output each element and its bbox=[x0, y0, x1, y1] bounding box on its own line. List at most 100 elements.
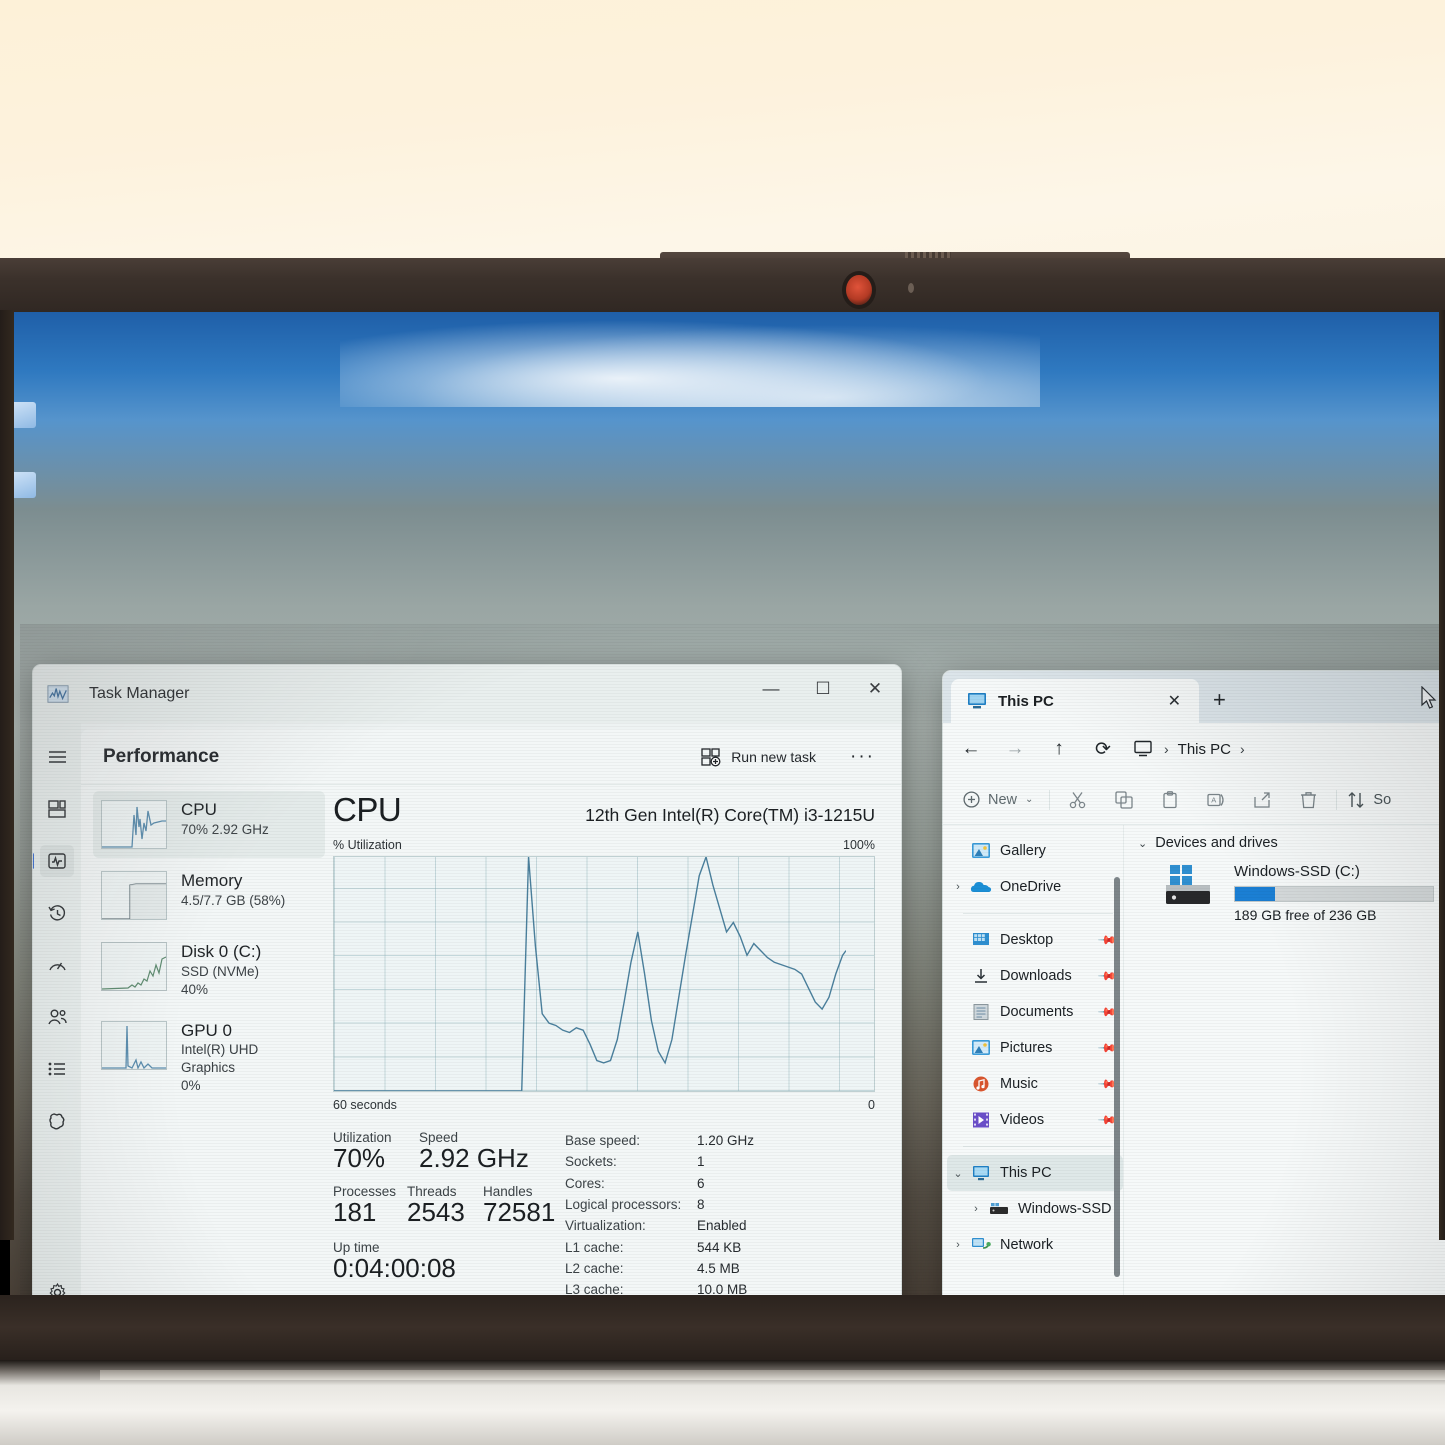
spec-key: Virtualization: bbox=[565, 1218, 646, 1234]
gauge-icon[interactable] bbox=[40, 949, 74, 981]
resource-item-memory[interactable]: Memory 4.5/7.7 GB (58%) bbox=[93, 862, 325, 929]
file-explorer-window[interactable]: This PC ✕ + ← → ↑ ⟳ › This PC › New ⌄ A … bbox=[942, 670, 1445, 1297]
share-icon[interactable] bbox=[1240, 784, 1284, 816]
nav-item-this-pc[interactable]: ⌄ This PC bbox=[947, 1155, 1123, 1191]
delete-icon[interactable] bbox=[1286, 784, 1330, 816]
new-button[interactable]: New ⌄ bbox=[953, 785, 1043, 814]
chart-bottom-labels: 60 seconds 0 bbox=[333, 1098, 875, 1112]
drive-item-windows-ssd[interactable]: Windows-SSD (C:) 189 GB free of 236 GB bbox=[1138, 863, 1445, 923]
spec-key: Base speed: bbox=[565, 1133, 641, 1148]
maximize-button[interactable]: ☐ bbox=[797, 665, 849, 713]
gear-icon[interactable] bbox=[40, 1276, 74, 1297]
laptop-photo: ic E Red Bull illume IMAGE QUEST 2021 MA… bbox=[0, 0, 1445, 1445]
nav-label: Downloads bbox=[1000, 968, 1072, 984]
minimize-button[interactable]: — bbox=[745, 665, 797, 713]
cpu-specs: Base speed: 1.20 GHz Sockets: 1 Cores: 6… bbox=[565, 1130, 875, 1297]
toolbar-separator bbox=[1049, 789, 1051, 810]
laptop-right-bezel bbox=[1439, 310, 1445, 1240]
task-manager-window[interactable]: Task Manager — ☐ ✕ Performance Run new t… bbox=[32, 664, 902, 1297]
spec-cores: Cores: 6 bbox=[565, 1173, 875, 1194]
cpu-stat-row-1: Utilization 70% Speed 2.92 GHz bbox=[333, 1130, 565, 1174]
new-tab-button[interactable]: + bbox=[1199, 687, 1240, 713]
nav-item-windows-ssd[interactable]: › Windows-SSD bbox=[947, 1191, 1123, 1227]
nav-item-desktop[interactable]: Desktop 📌 bbox=[947, 922, 1123, 958]
file-explorer-tabbar: This PC ✕ + bbox=[943, 671, 1445, 723]
chevron-right-icon[interactable]: › bbox=[965, 1203, 987, 1215]
resource-item-gpu[interactable]: GPU 0 Intel(R) UHD Graphics 0% bbox=[93, 1012, 325, 1104]
spec-l1-cache: L1 cache: 544 KB bbox=[565, 1237, 875, 1258]
spec-value: 1 bbox=[697, 1154, 705, 1170]
sort-icon bbox=[1348, 791, 1364, 808]
cpu-thumbnail bbox=[101, 800, 167, 849]
breadcrumb-separator[interactable]: › bbox=[1240, 741, 1245, 757]
nav-item-videos[interactable]: Videos 📌 bbox=[947, 1102, 1123, 1138]
rename-icon[interactable]: A bbox=[1194, 784, 1238, 816]
users-icon[interactable] bbox=[40, 1001, 74, 1033]
hamburger-icon[interactable] bbox=[40, 741, 74, 773]
chevron-right-icon[interactable]: › bbox=[947, 1239, 969, 1251]
breadcrumb[interactable]: › This PC › bbox=[1133, 740, 1245, 758]
nav-item-music[interactable]: Music 📌 bbox=[947, 1066, 1123, 1102]
devices-and-drives-group-header[interactable]: ⌄ Devices and drives bbox=[1138, 835, 1445, 851]
nav-item-network[interactable]: › Network bbox=[947, 1227, 1123, 1263]
cut-icon[interactable] bbox=[1056, 784, 1100, 816]
navigation-scrollbar[interactable] bbox=[1114, 877, 1120, 1277]
resource-item-disk[interactable]: Disk 0 (C:) SSD (NVMe) 40% bbox=[93, 933, 325, 1008]
cpu-stat-row-2: Processes 181 Threads 2543 Handles 72581 bbox=[333, 1184, 565, 1228]
uptime-value: 0:04:00:08 bbox=[333, 1252, 456, 1283]
copy-icon[interactable] bbox=[1102, 784, 1146, 816]
close-icon[interactable]: ✕ bbox=[1164, 691, 1185, 711]
laptop-screen: ic E Red Bull illume IMAGE QUEST 2021 MA… bbox=[10, 312, 1445, 1297]
up-button[interactable]: ↑ bbox=[1039, 732, 1079, 766]
stat-value: 2543 bbox=[407, 1196, 465, 1227]
nav-label: OneDrive bbox=[1000, 879, 1062, 895]
chevron-down-icon[interactable]: ⌄ bbox=[947, 1167, 969, 1180]
stat-handles: Handles 72581 bbox=[483, 1184, 555, 1228]
more-options-button[interactable]: ··· bbox=[842, 746, 883, 768]
stat-value: 181 bbox=[333, 1196, 377, 1227]
breadcrumb-item-this-pc[interactable]: This PC bbox=[1178, 741, 1231, 758]
this-pc-icon[interactable] bbox=[1133, 740, 1155, 758]
drive-info: Windows-SSD (C:) 189 GB free of 236 GB bbox=[1234, 863, 1434, 923]
chevron-right-icon[interactable]: › bbox=[947, 881, 969, 893]
chevron-down-icon[interactable]: ⌄ bbox=[1138, 837, 1147, 850]
spec-base-speed: Base speed: 1.20 GHz bbox=[565, 1130, 875, 1151]
gallery-icon bbox=[972, 843, 990, 858]
back-button[interactable]: ← bbox=[951, 732, 991, 766]
webcam-icon bbox=[846, 275, 872, 305]
task-manager-titlebar: Task Manager — ☐ ✕ bbox=[33, 665, 901, 723]
resource-name: Memory bbox=[181, 871, 243, 890]
run-new-task-button[interactable]: Run new task bbox=[691, 741, 826, 773]
spec-value: 4.5 MB bbox=[697, 1260, 740, 1276]
details-icon[interactable] bbox=[40, 1053, 74, 1085]
drive-icon bbox=[990, 1203, 1008, 1214]
services-icon[interactable] bbox=[40, 1105, 74, 1137]
spec-key: Cores: bbox=[565, 1175, 605, 1191]
breadcrumb-separator: › bbox=[1164, 741, 1169, 757]
file-list-pane[interactable]: ⌄ Devices and drives Windows-SSD (C:) 18… bbox=[1123, 825, 1445, 1297]
task-manager-body: Performance Run new task ··· CPU 70% 2.9… bbox=[33, 723, 901, 1297]
forward-button[interactable]: → bbox=[995, 732, 1035, 766]
refresh-button[interactable]: ⟳ bbox=[1083, 732, 1123, 766]
resource-item-cpu[interactable]: CPU 70% 2.92 GHz bbox=[93, 791, 325, 858]
nav-item-documents[interactable]: Documents 📌 bbox=[947, 994, 1123, 1030]
nav-label: Music bbox=[1000, 1076, 1038, 1092]
nav-label: Windows-SSD bbox=[1018, 1201, 1112, 1217]
nav-item-downloads[interactable]: Downloads 📌 bbox=[947, 958, 1123, 994]
performance-icon[interactable] bbox=[33, 845, 74, 877]
close-button[interactable]: ✕ bbox=[849, 665, 901, 713]
spec-value: 1.20 GHz bbox=[697, 1133, 755, 1148]
sort-button[interactable]: So bbox=[1343, 791, 1391, 809]
onedrive-icon bbox=[970, 881, 992, 892]
nav-item-gallery[interactable]: Gallery bbox=[947, 833, 1123, 869]
nav-item-onedrive[interactable]: › OneDrive bbox=[947, 869, 1123, 905]
desktop-icon bbox=[973, 933, 989, 945]
paste-icon[interactable] bbox=[1148, 784, 1192, 816]
processes-icon[interactable] bbox=[40, 793, 74, 825]
spec-value: Enabled bbox=[697, 1218, 747, 1234]
history-icon[interactable] bbox=[40, 897, 74, 929]
resource-detail: 4.5/7.7 GB (58%) bbox=[181, 892, 286, 908]
tab-this-pc[interactable]: This PC ✕ bbox=[951, 679, 1199, 723]
nav-item-pictures[interactable]: Pictures 📌 bbox=[947, 1030, 1123, 1066]
resource-detail-2: 0% bbox=[181, 1078, 201, 1094]
